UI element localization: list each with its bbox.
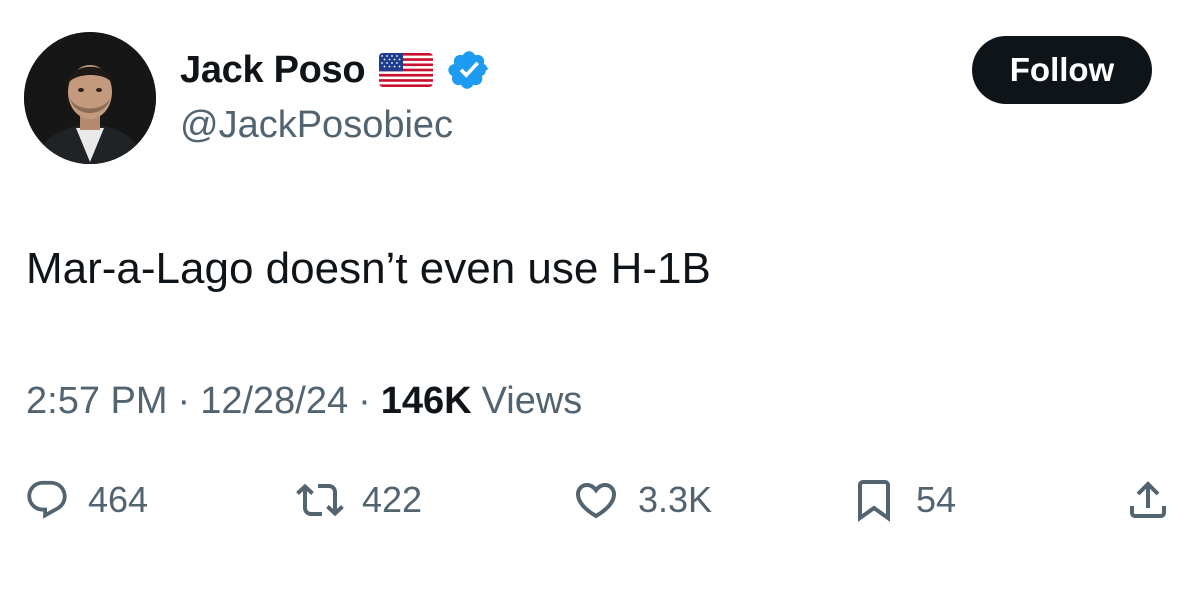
bookmark-icon [850,476,898,524]
author-display-name[interactable]: Jack Poso [180,49,366,92]
follow-button[interactable]: Follow [972,36,1152,104]
like-button[interactable]: 3.3K [572,470,712,530]
retweet-count: 422 [362,479,423,520]
author-handle[interactable]: @JackPosobiec [180,104,453,147]
tweet-date[interactable]: 12/28/24 [200,380,348,423]
avatar-image [24,32,156,164]
author-name-row: Jack Poso [180,46,491,94]
reply-icon [24,477,70,523]
tweet-time[interactable]: 2:57 PM [26,380,168,423]
bookmark-count: 54 [916,479,957,520]
meta-separator: · [358,380,371,422]
avatar[interactable] [24,32,156,164]
us-flag-icon [379,53,434,87]
share-icon [1124,476,1172,524]
retweet-button[interactable]: 422 [296,470,422,530]
reply-button[interactable]: 464 [24,470,148,530]
action-bar: 464 422 3.3K 54 [0,470,1200,530]
tweet-card: Jack Poso @JackPosobiec Follow Mar-a-Lag… [0,0,1200,595]
reply-count: 464 [88,479,149,520]
bookmark-button[interactable]: 54 [850,470,956,530]
views-count: 146K [380,380,472,422]
verified-badge-icon[interactable] [447,48,491,92]
meta-separator: · [177,380,191,422]
like-count: 3.3K [638,479,713,520]
retweet-icon [296,476,344,524]
tweet-meta: 2:57 PM · 12/28/24 · 146K Views [26,380,582,423]
tweet-text: Mar-a-Lago doesn’t even use H-1B [26,244,711,293]
heart-icon [572,476,620,524]
share-button[interactable] [1124,470,1172,530]
views-label: Views [481,380,583,422]
